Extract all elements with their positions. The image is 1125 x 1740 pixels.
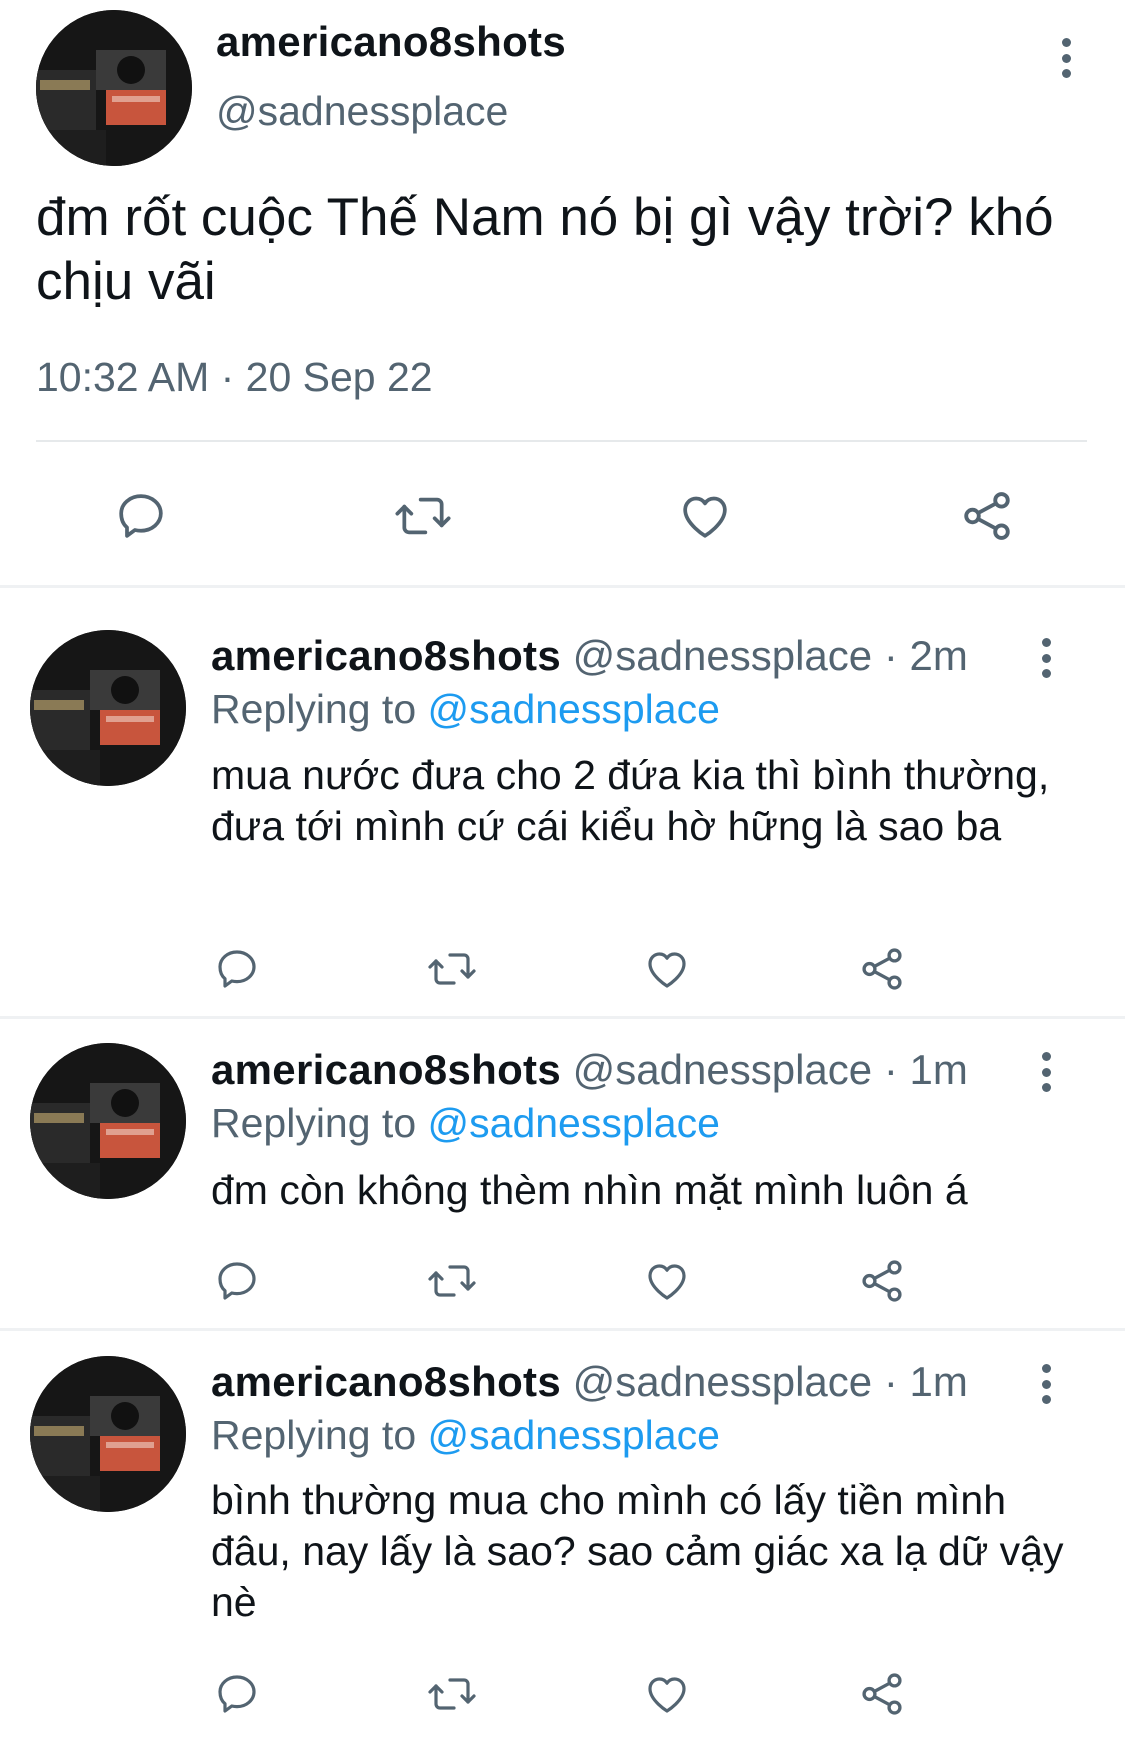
- tweet-text: đm rốt cuộc Thế Nam nó bị gì vậy trời? k…: [36, 188, 1054, 311]
- tweet-age[interactable]: · 1m: [884, 1358, 968, 1405]
- reply-button[interactable]: [106, 486, 176, 546]
- reply-button[interactable]: [208, 943, 266, 995]
- share-button[interactable]: [952, 486, 1022, 546]
- avatar[interactable]: [30, 1356, 186, 1512]
- share-icon: [862, 1673, 902, 1715]
- display-name[interactable]: americano8shots: [211, 1358, 561, 1405]
- share-button[interactable]: [853, 1255, 911, 1307]
- reply-button[interactable]: [208, 1668, 266, 1720]
- like-icon: [683, 496, 727, 538]
- reply-icon: [119, 494, 163, 538]
- more-icon[interactable]: [1036, 1052, 1056, 1092]
- reply-header: americano8shots @sadnessplace · 1m: [211, 1358, 968, 1406]
- display-name[interactable]: americano8shots: [211, 632, 561, 679]
- reply-button[interactable]: [208, 1255, 266, 1307]
- retweet-icon: [428, 1678, 476, 1710]
- replying-to-label: Replying to: [211, 1412, 417, 1458]
- replying-to-handle[interactable]: @sadnessplace: [428, 686, 720, 732]
- share-icon: [862, 948, 902, 990]
- tweet-text: mua nước đưa cho 2 đứa kia thì bình thườ…: [211, 752, 1050, 849]
- share-icon: [964, 492, 1010, 540]
- like-button[interactable]: [638, 1255, 696, 1307]
- like-icon: [648, 952, 686, 988]
- more-icon[interactable]: [1056, 38, 1076, 78]
- reply-icon: [218, 950, 256, 988]
- retweet-button[interactable]: [423, 1255, 481, 1307]
- more-icon[interactable]: [1036, 638, 1056, 678]
- divider: [0, 585, 1125, 588]
- replying-to: Replying to @sadnessplace: [211, 1412, 720, 1459]
- reply-icon: [218, 1262, 256, 1300]
- like-button[interactable]: [670, 486, 740, 546]
- avatar[interactable]: [30, 630, 186, 786]
- share-button[interactable]: [853, 943, 911, 995]
- tweet-age[interactable]: · 2m: [884, 632, 968, 679]
- display-name[interactable]: americano8shots: [216, 18, 566, 66]
- handle[interactable]: @sadnessplace: [573, 1046, 872, 1093]
- handle[interactable]: @sadnessplace: [216, 88, 508, 135]
- retweet-icon: [395, 497, 451, 535]
- avatar[interactable]: [36, 10, 192, 166]
- like-icon: [648, 1677, 686, 1713]
- like-button[interactable]: [638, 1668, 696, 1720]
- tweet-text: đm còn không thèm nhìn mặt mình luôn á: [211, 1167, 968, 1213]
- retweet-button[interactable]: [388, 486, 458, 546]
- tweet-timestamp[interactable]: 10:32 AM · 20 Sep 22: [36, 354, 433, 401]
- tweet-text: bình thường mua cho mình có lấy tiền mìn…: [211, 1477, 1064, 1625]
- display-name[interactable]: americano8shots: [211, 1046, 561, 1093]
- share-button[interactable]: [853, 1668, 911, 1720]
- like-icon: [648, 1264, 686, 1300]
- more-icon[interactable]: [1036, 1364, 1056, 1404]
- share-icon: [862, 1260, 902, 1302]
- reply-icon: [218, 1675, 256, 1713]
- like-button[interactable]: [638, 943, 696, 995]
- replying-to-label: Replying to: [211, 1100, 417, 1146]
- reply-header: americano8shots @sadnessplace · 2m: [211, 632, 968, 680]
- retweet-icon: [428, 953, 476, 985]
- replying-to-handle[interactable]: @sadnessplace: [428, 1100, 720, 1146]
- retweet-button[interactable]: [423, 1668, 481, 1720]
- replying-to-label: Replying to: [211, 686, 417, 732]
- avatar[interactable]: [30, 1043, 186, 1199]
- replying-to: Replying to @sadnessplace: [211, 1100, 720, 1147]
- replying-to-handle[interactable]: @sadnessplace: [428, 1412, 720, 1458]
- handle[interactable]: @sadnessplace: [573, 1358, 872, 1405]
- replying-to: Replying to @sadnessplace: [211, 686, 720, 733]
- reply-header: americano8shots @sadnessplace · 1m: [211, 1046, 968, 1094]
- retweet-button[interactable]: [423, 943, 481, 995]
- retweet-icon: [428, 1265, 476, 1297]
- tweet-age[interactable]: · 1m: [884, 1046, 968, 1093]
- divider: [36, 440, 1087, 442]
- handle[interactable]: @sadnessplace: [573, 632, 872, 679]
- divider: [0, 1328, 1125, 1331]
- divider: [0, 1016, 1125, 1019]
